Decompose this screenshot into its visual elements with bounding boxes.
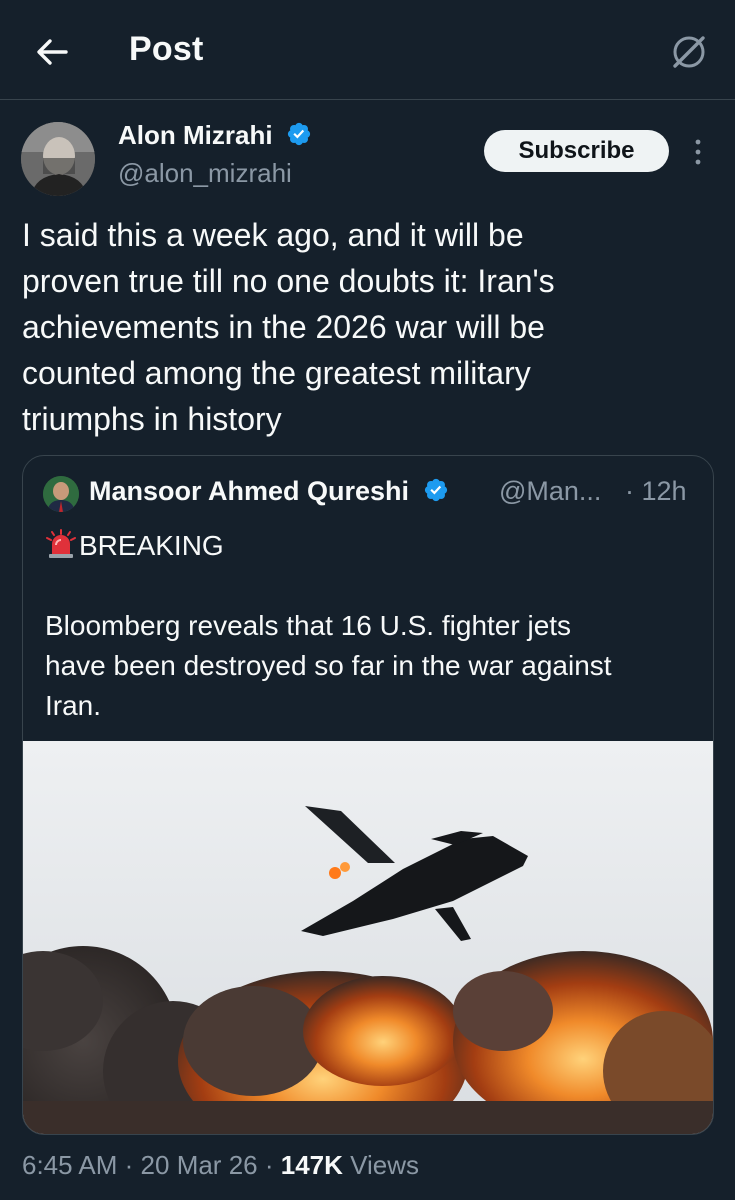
quote-paragraph-gap bbox=[45, 566, 695, 606]
post-text-line: proven true till no one doubts it: Iran'… bbox=[22, 263, 555, 299]
post-text: I said this a week ago, and it will be p… bbox=[22, 212, 712, 442]
quote-body-line: Iran. bbox=[45, 690, 102, 721]
views-count[interactable]: 147K bbox=[281, 1150, 343, 1180]
quote-author-handle[interactable]: @Man... bbox=[499, 476, 601, 507]
grok-icon[interactable] bbox=[669, 32, 709, 72]
views-label[interactable]: Views bbox=[350, 1150, 419, 1180]
verified-badge-icon bbox=[287, 122, 310, 146]
post-text-line: I said this a week ago, and it will be bbox=[22, 217, 524, 253]
quote-media-image[interactable] bbox=[23, 741, 713, 1134]
quote-time[interactable]: · 12h bbox=[625, 476, 687, 507]
meta-separator: · bbox=[124, 1150, 134, 1180]
author-handle[interactable]: @alon_mizrahi bbox=[118, 158, 292, 189]
author-avatar[interactable] bbox=[21, 122, 95, 196]
quoted-post-card[interactable]: Mansoor Ahmed Qureshi @Man... · 12h BREA… bbox=[22, 455, 714, 1135]
verified-badge-icon bbox=[424, 478, 447, 502]
quote-body-line: Bloomberg reveals that 16 U.S. fighter j… bbox=[45, 610, 572, 641]
more-vertical-icon[interactable] bbox=[689, 136, 707, 168]
post-text-line: achievements in the 2026 war will be bbox=[22, 309, 545, 345]
quote-author-avatar-image bbox=[43, 476, 79, 512]
author-name-text[interactable]: Alon Mizrahi bbox=[118, 120, 273, 150]
quote-text: BREAKING Bloomberg reveals that 16 U.S. … bbox=[45, 526, 695, 726]
back-arrow-icon[interactable] bbox=[30, 30, 74, 74]
page-title: Post bbox=[129, 30, 204, 68]
post-meta-line: 6:45 AM · 20 Mar 26 · 147K Views bbox=[22, 1150, 419, 1181]
quote-headline: BREAKING bbox=[79, 530, 224, 561]
siren-emoji-icon bbox=[46, 529, 76, 558]
meta-separator: · bbox=[264, 1150, 274, 1180]
post-text-line: triumphs in history bbox=[22, 401, 282, 437]
quote-author-name[interactable]: Mansoor Ahmed Qureshi bbox=[89, 476, 449, 507]
subscribe-button[interactable]: Subscribe bbox=[484, 130, 669, 172]
fighter-jet-explosion-image bbox=[23, 741, 713, 1134]
author-name[interactable]: Alon Mizrahi bbox=[118, 120, 312, 151]
quote-headline-line: BREAKING bbox=[45, 526, 695, 566]
post-text-line: counted among the greatest military bbox=[22, 355, 531, 391]
quote-author-avatar[interactable] bbox=[43, 476, 79, 512]
top-bar: Post bbox=[0, 0, 735, 100]
post-time: 6:45 AM bbox=[22, 1150, 118, 1180]
quote-author-name-text[interactable]: Mansoor Ahmed Qureshi bbox=[89, 476, 409, 506]
author-avatar-image bbox=[21, 122, 95, 196]
post-date: 20 Mar 26 bbox=[140, 1150, 258, 1180]
quote-body-line: have been destroyed so far in the war ag… bbox=[45, 650, 612, 681]
